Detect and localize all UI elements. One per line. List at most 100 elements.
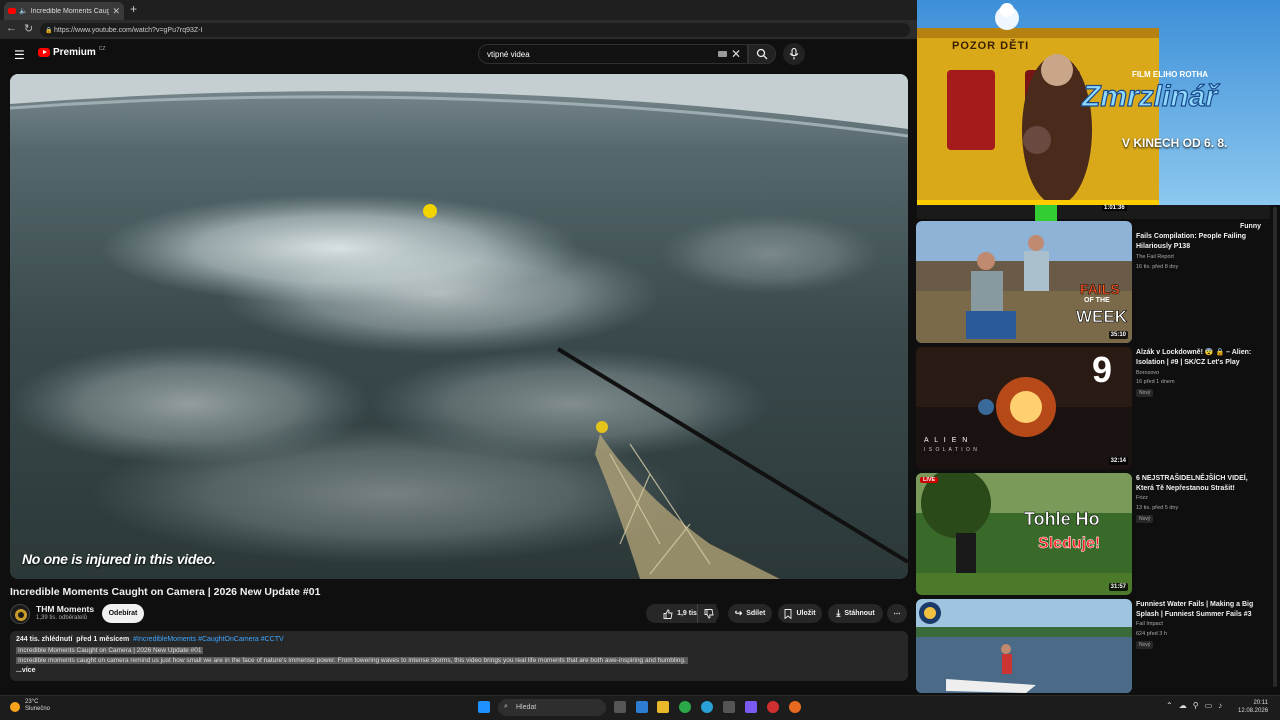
recommendation-meta: 16 tis. před 8 dny	[1136, 264, 1179, 270]
audio-icon[interactable]: 🔈	[19, 7, 28, 15]
edge-icon[interactable]	[701, 701, 713, 713]
search-input[interactable]: vtipné videa ✕	[478, 44, 748, 64]
mail-icon[interactable]	[636, 701, 648, 713]
chrome-icon[interactable]	[679, 701, 691, 713]
video-title: Incredible Moments Caught on Camera | 20…	[10, 586, 321, 598]
weather-condition: Slunečno	[25, 706, 51, 712]
live-badge: LIVE	[920, 477, 939, 483]
firefox-icon[interactable]	[789, 701, 801, 713]
browser-tab[interactable]: 🔈 Incredible Moments Caught o ✕	[4, 2, 124, 20]
recommendation-meta: 624 před 3 h	[1136, 631, 1167, 637]
clock-date: 12.08.2026	[1238, 708, 1269, 714]
dislike-button[interactable]	[697, 604, 719, 623]
clear-search-icon[interactable]: ✕	[731, 47, 741, 61]
subscribe-button[interactable]: Odebírat	[102, 604, 144, 623]
save-label: Uložit	[796, 610, 816, 617]
view-count: 244 tis. zhlédnutí	[16, 636, 73, 643]
ad-warning-sign: POZOR DĚTI	[952, 40, 1030, 52]
recommendation-title-partial: Funny	[1240, 223, 1261, 230]
app-icon[interactable]	[767, 701, 779, 713]
recommendation-channel[interactable]: Borosovo	[1136, 370, 1159, 376]
recommendation-thumbnail[interactable]: LIVE Tohle Ho Sleduje! 31:57	[916, 473, 1132, 595]
recommendation-channel[interactable]: The Fail Report	[1136, 254, 1174, 260]
partial-duration: 1:01:36	[1102, 205, 1127, 211]
channel-avatar[interactable]	[10, 604, 30, 624]
thumb-text-isolation: I S O L A T I O N	[924, 447, 978, 453]
recommendation-title[interactable]: 6 NEJSTRAŠIDELNĚJŠÍCH VIDEÍ, Která Tě Ne…	[1136, 474, 1262, 494]
search-icon	[756, 48, 768, 60]
thumb-text-sleduje: Sleduje!	[1038, 535, 1101, 553]
new-badge: Nový	[1136, 641, 1154, 649]
clock-time: 20:11	[1253, 700, 1269, 706]
keyboard-icon[interactable]	[718, 51, 727, 57]
search-value: vtipné videa	[487, 49, 530, 59]
new-tab-button[interactable]: +	[130, 2, 137, 16]
description-line-2: Incredible moments caught on camera remi…	[16, 657, 688, 664]
start-windows-icon[interactable]	[478, 701, 490, 713]
recommendation-channel[interactable]: Fail Impact	[1136, 621, 1163, 627]
close-tab-icon[interactable]: ✕	[112, 6, 120, 17]
task-view-icon[interactable]	[614, 701, 626, 713]
share-label: Sdílet	[746, 610, 766, 617]
video-player[interactable]	[10, 74, 908, 579]
temperature: 23°C	[25, 699, 39, 705]
recommendation-title[interactable]: Funny Fails Compilation: People Failing …	[1136, 222, 1262, 252]
logo-text: Premium	[53, 47, 96, 58]
download-icon: ⤓	[836, 608, 841, 618]
subscriber-count: 1,39 tis. odběratelů	[36, 615, 88, 621]
partial-recommendation-strip[interactable]: 1:01:36	[917, 205, 1270, 241]
video-duration: 35:10	[1108, 331, 1128, 339]
thumb-text-tohle: Tohle Ho	[1024, 509, 1100, 530]
recommendation-thumbnail[interactable]: FAILS OF THE WEEK 35:10	[916, 221, 1132, 343]
system-tray[interactable]: ⌃☁⚲▭♪	[1166, 701, 1228, 710]
url-field[interactable]: 🔒 https://www.youtube.com/watch?v=gPu7rq…	[40, 23, 910, 37]
channel-name[interactable]: THM Moments	[36, 604, 94, 614]
description-line-1: Incredible Moments Caught on Camera | 20…	[16, 647, 204, 654]
taskbar-clock[interactable]: 20:11 12.08.2026	[1238, 699, 1268, 715]
store-icon[interactable]	[723, 701, 735, 713]
show-more-link[interactable]: ...více	[16, 667, 35, 674]
voice-search-button[interactable]	[783, 43, 805, 65]
recommendation-thumbnail[interactable]: 9 A L I E N I S O L A T I O N 32:14	[916, 347, 1132, 469]
back-icon[interactable]: ←	[6, 22, 17, 34]
taskbar-search-label: Hledat	[516, 704, 537, 711]
thumbs-down-icon	[704, 608, 714, 618]
ad-release: V KINECH OD 6. 8.	[1122, 136, 1228, 150]
share-button[interactable]: ↪ Sdílet	[728, 604, 772, 623]
recommendation-title[interactable]: Alzák v Lockdowně! 😨 🔒 – Alien: Isolatio…	[1136, 348, 1262, 368]
weather-widget[interactable]: 23°C Slunečno	[25, 699, 50, 713]
recommendation-meta: 16 před 1 dnem	[1136, 379, 1175, 385]
recommendation-thumbnail[interactable]	[916, 599, 1132, 693]
sidebar-scrollbar[interactable]	[1272, 205, 1278, 695]
browser-tab-bar	[0, 0, 917, 20]
file-explorer-icon[interactable]	[657, 701, 669, 713]
thumb-text-ofthe: OF THE	[1084, 297, 1110, 304]
site-info-icon[interactable]: 🔒	[45, 27, 52, 34]
hashtags[interactable]: #IncredibleMoments #CaughtOnCamera #CCTV	[133, 636, 284, 643]
ad-title: Zmrzlinář	[1081, 79, 1218, 113]
movie-ad-banner[interactable]: POZOR DĚTI FILM ELIHO ROTHA Zmrzlinář V …	[917, 0, 1280, 205]
discord-icon[interactable]	[745, 701, 757, 713]
reload-icon[interactable]: ↻	[24, 22, 33, 35]
recommendation-title-text: Fails Compilation: People Failing Hilari…	[1136, 233, 1247, 250]
download-button[interactable]: ⤓ Stáhnout	[828, 604, 883, 623]
save-button[interactable]: Uložit	[778, 604, 822, 623]
weather-sun-icon[interactable]	[10, 702, 20, 712]
new-badge: Nový	[1136, 515, 1154, 523]
search-button[interactable]	[748, 44, 776, 64]
logo-country: CZ	[98, 46, 106, 52]
recommendation-meta: 13 tis. před 5 dny	[1136, 505, 1179, 511]
episode-number: 9	[1092, 349, 1113, 390]
video-caption: No one is injured in this video.	[22, 551, 216, 567]
url-text: https://www.youtube.com/watch?v=gPu7rq93…	[54, 26, 203, 34]
recommendation-title[interactable]: Funniest Water Fails | Making a Big Spla…	[1136, 600, 1262, 620]
thumb-text-fails: FAILS	[1080, 281, 1120, 297]
hamburger-menu-icon[interactable]: ☰	[14, 48, 25, 62]
youtube-logo[interactable]: Premium CZ	[38, 46, 106, 58]
recommendation-channel[interactable]: Frizz	[1136, 495, 1148, 501]
more-actions-button[interactable]: ⋯	[887, 604, 907, 623]
youtube-play-icon	[38, 48, 50, 57]
taskbar-search-icon: ⌕	[504, 703, 508, 710]
taskbar-search[interactable]: ⌕ Hledat	[498, 699, 606, 716]
thumbs-up-icon	[663, 609, 673, 619]
